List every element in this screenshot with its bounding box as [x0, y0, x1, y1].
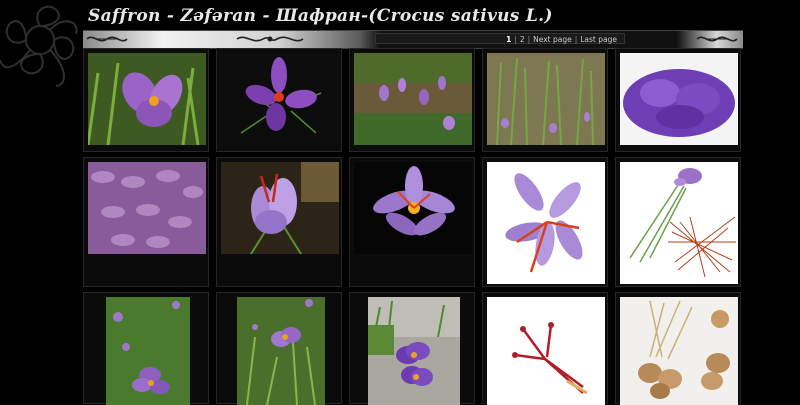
gallery-cell[interactable] — [482, 292, 608, 405]
thumbnail-crocus-corms[interactable] — [620, 297, 738, 405]
ornament-center-icon — [236, 36, 304, 42]
gallery-cell[interactable] — [349, 292, 475, 405]
gallery-cell[interactable] — [349, 157, 475, 287]
thumbnail-crocus-stigma[interactable] — [221, 162, 339, 254]
gallery-cell[interactable] — [349, 48, 475, 152]
thumbnail-crocus-soil[interactable] — [354, 53, 472, 145]
thumbnail-crocus-dark[interactable] — [221, 53, 339, 145]
ornament-right-icon — [696, 36, 738, 42]
thumbnail-crocus-open[interactable] — [354, 162, 472, 254]
thumbnail-crocus-field[interactable] — [487, 53, 605, 145]
gallery-cell[interactable] — [83, 157, 209, 287]
last-page-link[interactable]: Last page — [580, 35, 617, 44]
thumbnail-crocus-garden[interactable] — [237, 297, 325, 405]
pagination: 1 | 2 | Next page | Last page — [375, 33, 625, 44]
gallery-cell[interactable] — [216, 292, 342, 405]
gallery-cell[interactable] — [216, 48, 342, 152]
next-page-link[interactable]: Next page — [533, 35, 572, 44]
gallery-cell[interactable] — [482, 48, 608, 152]
gallery-cell[interactable] — [615, 292, 741, 405]
gallery-cell[interactable] — [216, 157, 342, 287]
thumbnail-saffron-stigmas[interactable] — [487, 297, 605, 405]
thumbnail-saffron-threads[interactable] — [620, 162, 738, 284]
gallery-cell[interactable] — [83, 48, 209, 152]
page-title: Saffron - Zəfəran - Шафран-(Crocus sativ… — [88, 6, 553, 26]
gallery-cell[interactable] — [482, 157, 608, 287]
thumbnail-crocus-grass[interactable] — [88, 53, 206, 145]
thumbnail-crocus-meadow[interactable] — [106, 297, 190, 405]
page-link-1[interactable]: 1 — [506, 35, 511, 44]
page-link-2[interactable]: 2 — [520, 35, 525, 44]
ornament-left-icon — [86, 36, 128, 42]
thumbnail-crocus-pile[interactable] — [620, 53, 738, 145]
thumbnail-crocus-petals[interactable] — [88, 162, 206, 254]
thumbnail-crocus-white[interactable] — [487, 162, 605, 284]
gallery-cell[interactable] — [615, 157, 741, 287]
gallery-cell[interactable] — [615, 48, 741, 152]
thumbnail-crocus-gravel[interactable] — [368, 297, 460, 405]
gallery-cell[interactable] — [83, 292, 209, 405]
